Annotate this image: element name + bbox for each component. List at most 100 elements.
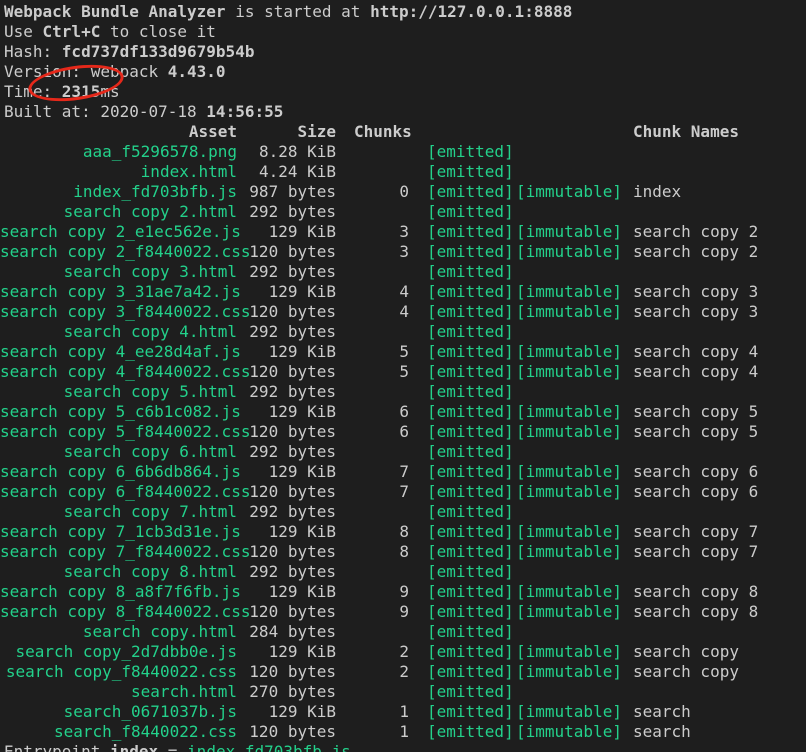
header-chunk-names: Chunk Names [633, 122, 739, 141]
cell-immutable: [immutable] [516, 222, 622, 241]
cell-asset: index_fd703bfb.js [73, 182, 237, 201]
cell-emitted: [emitted] [427, 502, 514, 521]
cell-chunks: 6 [399, 422, 409, 441]
cell-size: 129 KiB [268, 642, 336, 661]
cell-emitted: [emitted] [427, 582, 514, 601]
cell-emitted: [emitted] [427, 302, 514, 321]
cell-size: 120 bytes [249, 662, 336, 681]
cell-immutable: [immutable] [516, 522, 622, 541]
cell-emitted: [emitted] [427, 222, 514, 241]
cell-size: 987 bytes [249, 182, 336, 201]
cell-size: 284 bytes [249, 622, 336, 641]
cell-chunks: 7 [399, 482, 409, 501]
cell-emitted: [emitted] [427, 242, 514, 261]
cell-asset: search copy 5_f8440022.css [0, 422, 251, 441]
cell-names: search copy 7 [633, 522, 759, 541]
cell-emitted: [emitted] [427, 462, 514, 481]
cell-asset: search copy 5_c6b1c082.js [0, 402, 241, 421]
cell-immutable: [immutable] [516, 702, 622, 721]
close-hint-line: Use Ctrl+C to close it [4, 22, 216, 42]
version-label: Version: [4, 62, 91, 81]
cell-emitted: [emitted] [427, 622, 514, 641]
analyzer-url[interactable]: http://127.0.0.1:8888 [370, 2, 572, 21]
cell-emitted: [emitted] [427, 162, 514, 181]
cell-chunks [354, 322, 409, 342]
cell-chunks: 9 [399, 582, 409, 601]
cell-size: 129 KiB [268, 402, 336, 421]
cell-names: search copy 2 [633, 242, 759, 261]
built-time: 14:56:55 [206, 102, 284, 121]
cell-size: 120 bytes [249, 722, 336, 741]
cell-size: 270 bytes [249, 682, 336, 701]
cell-emitted: [emitted] [427, 142, 514, 161]
cell-size: 292 bytes [249, 442, 336, 461]
cell-immutable: [immutable] [516, 582, 622, 601]
cell-emitted: [emitted] [427, 702, 514, 721]
cell-emitted: [emitted] [427, 362, 514, 381]
cell-asset: search copy 7.html [63, 502, 237, 521]
cell-chunks: 1 [399, 722, 409, 741]
analyzer-name: Webpack Bundle Analyzer [4, 2, 226, 21]
hash-label: Hash: [4, 42, 62, 61]
cell-asset: search copy 4.html [63, 322, 237, 341]
cell-emitted: [emitted] [427, 662, 514, 681]
cell-size: 120 bytes [249, 482, 336, 501]
cell-asset: search copy 4_ee28d4af.js [0, 342, 241, 361]
header-size: Size [297, 122, 336, 141]
hash-value: fcd737df133d9679b54b [61, 42, 255, 61]
cell-asset: search copy 6_f8440022.css [0, 482, 251, 501]
cell-size: 129 KiB [268, 462, 336, 481]
cell-immutable: [immutable] [516, 402, 622, 421]
cell-emitted: [emitted] [427, 542, 514, 561]
cell-asset: search copy 2_f8440022.css [0, 242, 251, 261]
cell-chunks: 9 [399, 602, 409, 621]
cell-chunks [354, 262, 409, 282]
cell-chunks: 8 [399, 542, 409, 561]
cell-size: 292 bytes [249, 562, 336, 581]
cell-emitted: [emitted] [427, 182, 514, 201]
cell-size: 120 bytes [249, 422, 336, 441]
cell-names: index [633, 182, 682, 201]
cell-size: 292 bytes [249, 322, 336, 341]
cell-immutable: [immutable] [516, 642, 622, 661]
cell-size: 292 bytes [249, 382, 336, 401]
cell-asset: search copy 2.html [63, 202, 237, 221]
cell-asset: search copy 6.html [63, 442, 237, 461]
cell-asset: search_0671037b.js [63, 702, 237, 721]
cell-asset: search copy 7_f8440022.css [0, 542, 251, 561]
cell-size: 292 bytes [249, 262, 336, 281]
time-value: 2315 [61, 82, 101, 101]
cell-immutable: [immutable] [516, 182, 622, 201]
built-label: Built at: [4, 102, 101, 121]
cell-immutable: [immutable] [516, 462, 622, 481]
cell-emitted: [emitted] [427, 262, 514, 281]
cell-names: search copy 2 [633, 222, 759, 241]
cell-chunks [354, 382, 409, 402]
cell-size: 129 KiB [268, 222, 336, 241]
header-asset: Asset [188, 122, 237, 141]
cell-emitted: [emitted] [427, 202, 514, 221]
cell-asset: search copy 8_f8440022.css [0, 602, 251, 621]
terminal-output[interactable]: Webpack Bundle Analyzer is started at ht… [0, 0, 806, 752]
cell-names: search [633, 722, 691, 741]
cell-asset: aaa_f5296578.png [82, 142, 237, 161]
entrypoint-file: index_fd703bfb.js [187, 742, 351, 752]
version-value: 4.43.0 [167, 62, 226, 81]
cell-asset: search copy 3_31ae7a42.js [0, 282, 241, 301]
cell-size: 120 bytes [249, 242, 336, 261]
time-line: Time: 2315ms [4, 82, 120, 102]
cell-names: search copy [633, 662, 739, 681]
cell-emitted: [emitted] [427, 682, 514, 701]
cell-names: search copy 5 [633, 402, 759, 421]
cell-chunks [354, 502, 409, 522]
cell-chunks [354, 562, 409, 582]
cell-names: search copy 5 [633, 422, 759, 441]
cell-chunks: 5 [399, 362, 409, 381]
cell-asset: search copy 8.html [63, 562, 237, 581]
cell-chunks: 1 [399, 702, 409, 721]
cell-emitted: [emitted] [427, 282, 514, 301]
cell-chunks [354, 442, 409, 462]
cell-chunks [354, 142, 409, 162]
cell-chunks [354, 162, 409, 182]
cell-names: search copy 3 [633, 282, 759, 301]
